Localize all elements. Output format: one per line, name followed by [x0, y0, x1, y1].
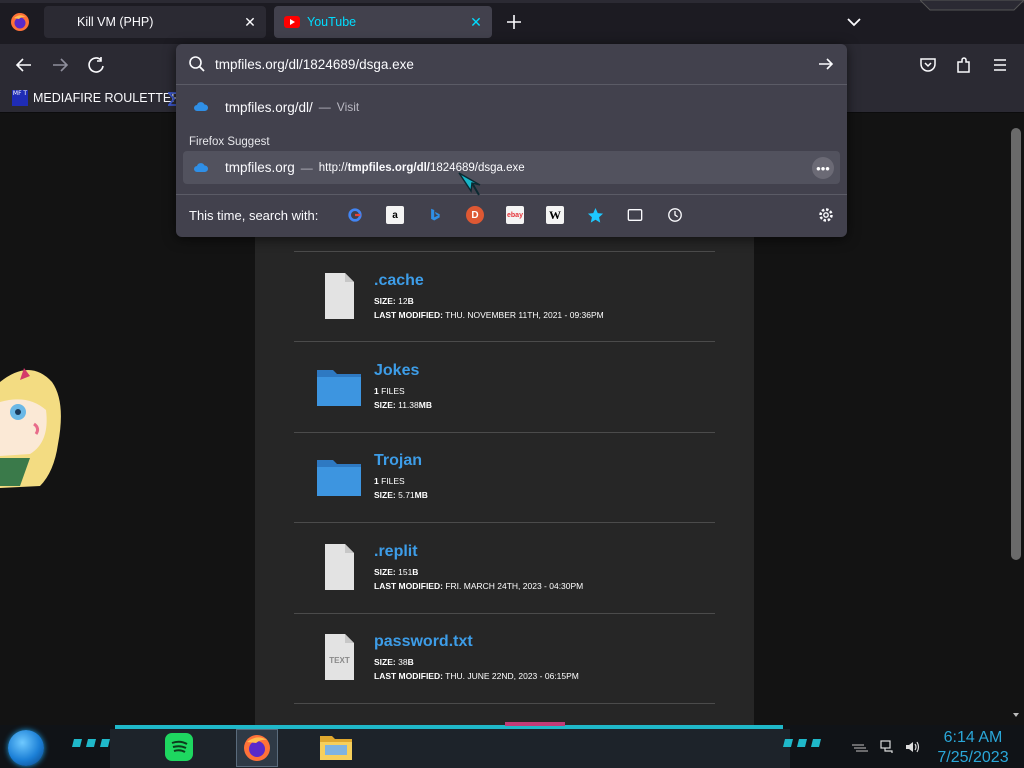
urlbar-dropdown: tmpfiles.org/dl/1824689/dsga.exe tmpfile… [176, 44, 847, 237]
youtube-icon [284, 16, 300, 28]
history-icon[interactable] [666, 206, 684, 224]
mediafire-bookmark-icon: MF T [12, 90, 28, 106]
forward-arrow-icon[interactable] [50, 55, 70, 75]
file-name-link[interactable]: .cache [374, 272, 424, 290]
folder-name-link[interactable]: Jokes [374, 362, 419, 380]
cloud-favicon-icon [194, 162, 208, 172]
file-modified: LAST MODIFIED: FRI. MARCH 24TH, 2023 - 0… [374, 581, 584, 591]
tab-strip-accent [0, 0, 1024, 3]
volume-icon[interactable] [904, 739, 920, 755]
text-file-icon-label: TEXT [329, 656, 350, 665]
duckduckgo-icon[interactable]: D [466, 206, 484, 224]
go-arrow-icon[interactable] [817, 55, 835, 73]
close-icon[interactable]: ✕ [242, 14, 258, 30]
folder-entry-jokes[interactable]: Jokes 1 FILES SIZE: 11.38MB [294, 342, 715, 432]
file-explorer-icon[interactable] [316, 729, 356, 765]
file-entry-password-txt[interactable]: TEXT password.txt SIZE: 38B LAST MODIFIE… [294, 613, 715, 703]
amazon-icon[interactable]: a [386, 206, 404, 224]
tab-title: Kill VM (PHP) [77, 15, 154, 29]
folder-entry-trojan[interactable]: Trojan 1 FILES SIZE: 5.71MB [294, 432, 715, 522]
bookmark-mediafire-rouletter[interactable]: MF T MEDIAFIRE ROULETTER [12, 90, 180, 106]
divider [294, 703, 715, 704]
bookmarks-star-icon[interactable] [586, 206, 604, 224]
bing-icon[interactable] [426, 206, 444, 224]
taskbar-clock[interactable]: 6:14 AM 7/25/2023 [930, 728, 1016, 768]
tabs-icon[interactable] [626, 206, 644, 224]
folder-icon [317, 370, 361, 406]
cartoon-character-image [0, 368, 61, 488]
taskbar-decoration-chevrons [783, 739, 821, 747]
tab-strip: Kill VM (PHP) ✕ YouTube ✕ [0, 0, 1024, 44]
mouse-cursor-icon [458, 172, 481, 196]
bookmark-label: MEDIAFIRE ROULETTER [33, 91, 181, 105]
firefox-icon[interactable] [236, 729, 278, 767]
hamburger-menu-icon[interactable] [990, 55, 1010, 75]
pocket-icon[interactable] [918, 55, 938, 75]
folder-size: SIZE: 5.71MB [374, 490, 428, 500]
url-input-row[interactable]: tmpfiles.org/dl/1824689/dsga.exe [176, 44, 847, 85]
file-name-link[interactable]: .replit [374, 543, 418, 561]
chevron-down-icon[interactable] [844, 12, 864, 32]
taskbar-center-panel [110, 729, 790, 768]
text-file-icon: TEXT [325, 634, 354, 680]
folder-size: SIZE: 11.38MB [374, 400, 432, 410]
scrollbar-thumb[interactable] [1011, 128, 1021, 560]
scroll-down-arrow-icon[interactable] [1013, 712, 1019, 718]
new-tab-plus-icon[interactable] [504, 12, 524, 32]
url-input[interactable]: tmpfiles.org/dl/1824689/dsga.exe [215, 57, 414, 72]
result-url: http://tmpfiles.org/dl/1824689/dsga.exe [318, 161, 525, 174]
clock-date: 7/25/2023 [937, 749, 1009, 766]
result-title: tmpfiles.org [225, 160, 295, 175]
result-separator: — [300, 160, 313, 175]
window-frame-decoration [920, 0, 1024, 11]
result-action: Visit [336, 100, 360, 114]
file-modified: LAST MODIFIED: THU. NOVEMBER 11TH, 2021 … [374, 310, 604, 320]
folder-icon [317, 460, 361, 496]
file-size: SIZE: 38B [374, 657, 414, 667]
ebay-icon[interactable]: ebay [506, 206, 524, 224]
file-modified: LAST MODIFIED: THU. JUNE 22ND, 2023 - 06… [374, 671, 579, 681]
taskbar-accent-line [115, 725, 783, 729]
folder-name-link[interactable]: Trojan [374, 452, 422, 470]
search-with-label: This time, search with: [189, 208, 319, 223]
wikipedia-icon[interactable]: W [546, 206, 564, 224]
close-icon[interactable]: ✕ [468, 14, 484, 30]
result-title: tmpfiles.org/dl/ [225, 99, 313, 115]
folder-file-count: 1 FILES [374, 476, 405, 486]
firefox-suggest-heading: Firefox Suggest [189, 136, 270, 148]
file-entry-replit[interactable]: .replit SIZE: 151B LAST MODIFIED: FRI. M… [294, 523, 715, 613]
wallpaper-fragment [505, 722, 565, 726]
back-arrow-icon[interactable] [14, 55, 34, 75]
file-icon [325, 544, 354, 590]
tab-youtube[interactable]: YouTube ✕ [274, 6, 492, 38]
file-size: SIZE: 151B [374, 567, 419, 577]
tab-kill-vm[interactable]: Kill VM (PHP) ✕ [44, 6, 266, 38]
file-icon [325, 273, 354, 319]
gear-icon[interactable] [817, 206, 835, 224]
show-hidden-icons-icon[interactable] [850, 739, 870, 755]
folder-file-count: 1 FILES [374, 386, 405, 396]
search-icon [189, 56, 205, 72]
file-size: SIZE: 12B [374, 296, 414, 306]
cloud-favicon-icon [194, 102, 208, 111]
file-name-link[interactable]: password.txt [374, 633, 473, 651]
network-icon[interactable] [880, 739, 896, 755]
reload-icon[interactable] [86, 55, 106, 75]
google-icon[interactable] [346, 206, 364, 224]
url-result-visit[interactable]: tmpfiles.org/dl/ — Visit [176, 89, 847, 125]
result-separator: — [318, 100, 331, 114]
one-off-search-row: This time, search with: a D ebay W [176, 194, 847, 235]
start-orb-button[interactable] [8, 730, 44, 766]
file-entry-cache[interactable]: .cache SIZE: 12B LAST MODIFIED: THU. NOV… [294, 252, 715, 342]
firefox-menu-icon[interactable] [10, 12, 30, 32]
blank-page-icon [54, 14, 70, 30]
tab-title: YouTube [307, 15, 357, 29]
url-result-suggestion[interactable]: tmpfiles.org — http://tmpfiles.org/dl/18… [183, 151, 840, 184]
spotify-icon[interactable] [159, 729, 199, 765]
taskbar-decoration-chevrons [72, 739, 110, 747]
more-options-icon[interactable]: ••• [812, 157, 834, 179]
clock-time: 6:14 AM [943, 729, 1003, 746]
extensions-puzzle-icon[interactable] [954, 55, 974, 75]
